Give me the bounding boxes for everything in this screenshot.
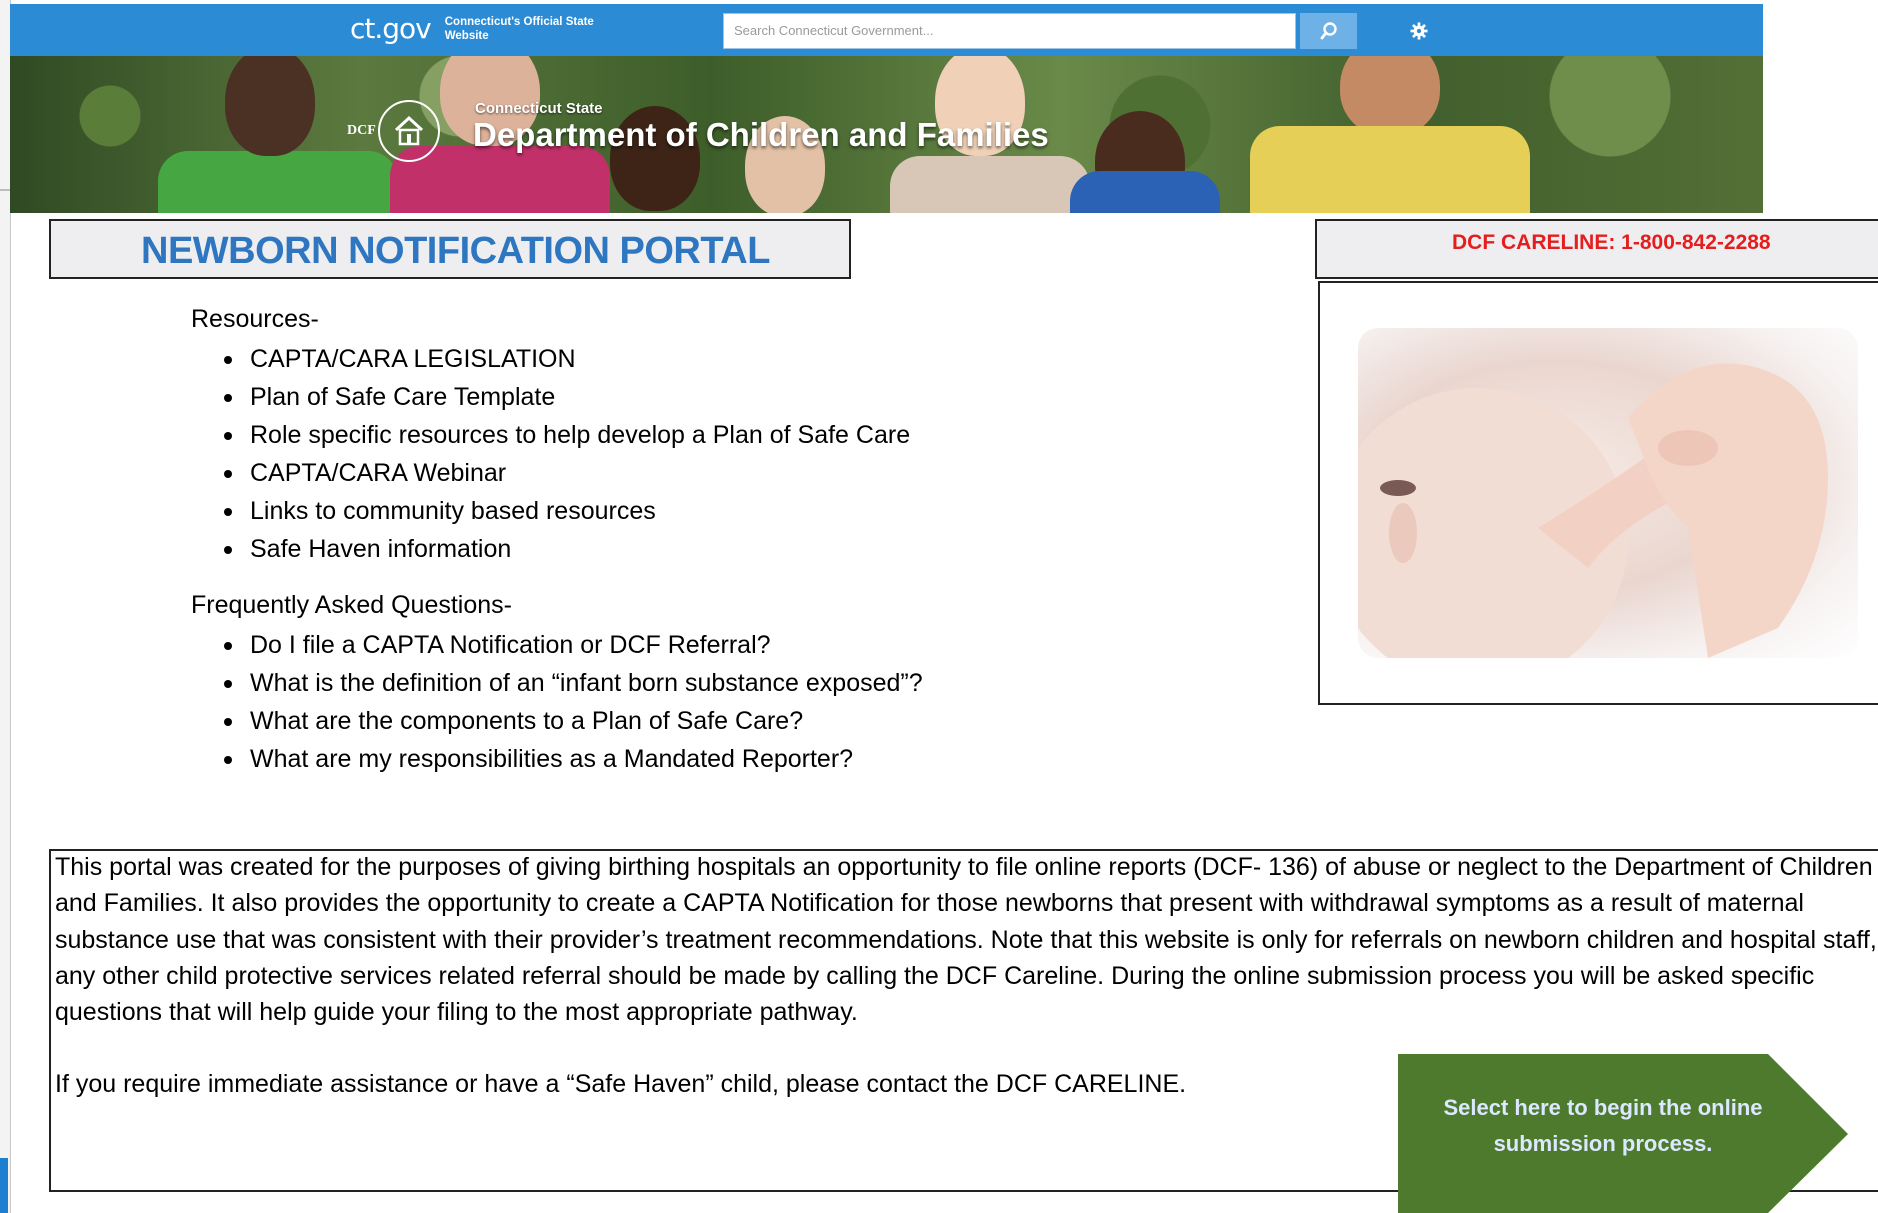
- page-title-box: NEWBORN NOTIFICATION PORTAL: [49, 219, 851, 279]
- search-input[interactable]: Search Connecticut Government...: [723, 13, 1296, 49]
- banner-photo-figure: [1250, 126, 1530, 213]
- banner-photo-figure: [225, 56, 315, 156]
- page-title: NEWBORN NOTIFICATION PORTAL: [141, 230, 770, 272]
- resource-link-safe-haven[interactable]: Safe Haven information: [223, 530, 910, 568]
- careline-phone[interactable]: DCF CARELINE: 1-800-842-2288: [1452, 231, 1771, 255]
- resource-link-community[interactable]: Links to community based resources: [223, 492, 910, 530]
- department-name[interactable]: Department of Children and Families: [473, 116, 1049, 154]
- newborn-photo-frame: [1318, 281, 1878, 705]
- window-edge-divider: [0, 189, 10, 191]
- resources-list: CAPTA/CARA LEGISLATION Plan of Safe Care…: [223, 340, 910, 568]
- newborn-photo: [1358, 328, 1858, 658]
- resources-heading: Resources-: [191, 305, 319, 333]
- newborn-hand-image: [1358, 363, 1828, 658]
- dcf-logo-text: DCF: [347, 123, 376, 138]
- state-label: Connecticut State: [475, 100, 603, 117]
- faq-link-definition[interactable]: What is the definition of an “infant bor…: [224, 664, 923, 702]
- faq-heading: Frequently Asked Questions-: [191, 591, 512, 619]
- ctgov-logo[interactable]: ct.gov Connecticut's Official State Webs…: [350, 12, 595, 45]
- window-edge-accent: [0, 1158, 8, 1213]
- settings-button[interactable]: [1408, 20, 1430, 42]
- faq-link-capta-vs-referral[interactable]: Do I file a CAPTA Notification or DCF Re…: [224, 626, 923, 664]
- department-banner: DCF Connecticut State Department of Chil…: [10, 56, 1763, 213]
- begin-submission-label[interactable]: Select here to begin the online submissi…: [1398, 1090, 1808, 1162]
- portal-description: This portal was created for the purposes…: [55, 853, 1877, 1027]
- banner-photo-figure: [890, 156, 1090, 213]
- gear-icon: [1410, 22, 1428, 40]
- careline-box: DCF CARELINE: 1-800-842-2288: [1315, 219, 1878, 279]
- banner-photo-figure: [1070, 171, 1220, 213]
- resource-link-webinar[interactable]: CAPTA/CARA Webinar: [223, 454, 910, 492]
- ctgov-logo-text: ct.gov: [350, 12, 432, 45]
- resource-link-plan-template[interactable]: Plan of Safe Care Template: [223, 378, 910, 416]
- search-button[interactable]: [1300, 13, 1357, 49]
- resource-link-role-specific[interactable]: Role specific resources to help develop …: [223, 416, 910, 454]
- faq-list: Do I file a CAPTA Notification or DCF Re…: [224, 626, 923, 778]
- dcf-logo[interactable]: DCF: [347, 100, 440, 162]
- resource-link-legislation[interactable]: CAPTA/CARA LEGISLATION: [223, 340, 910, 378]
- house-family-icon: [394, 115, 423, 146]
- banner-photo-figure: [1340, 56, 1440, 136]
- faq-link-responsibilities[interactable]: What are my responsibilities as a Mandat…: [224, 740, 923, 778]
- search-icon: [1320, 22, 1337, 40]
- site-header-bar: ct.gov Connecticut's Official State Webs…: [10, 4, 1763, 56]
- dcf-logo-emblem: [377, 100, 440, 162]
- ctgov-tagline: Connecticut's Official State Website: [444, 15, 594, 42]
- faq-link-components[interactable]: What are the components to a Plan of Saf…: [224, 702, 923, 740]
